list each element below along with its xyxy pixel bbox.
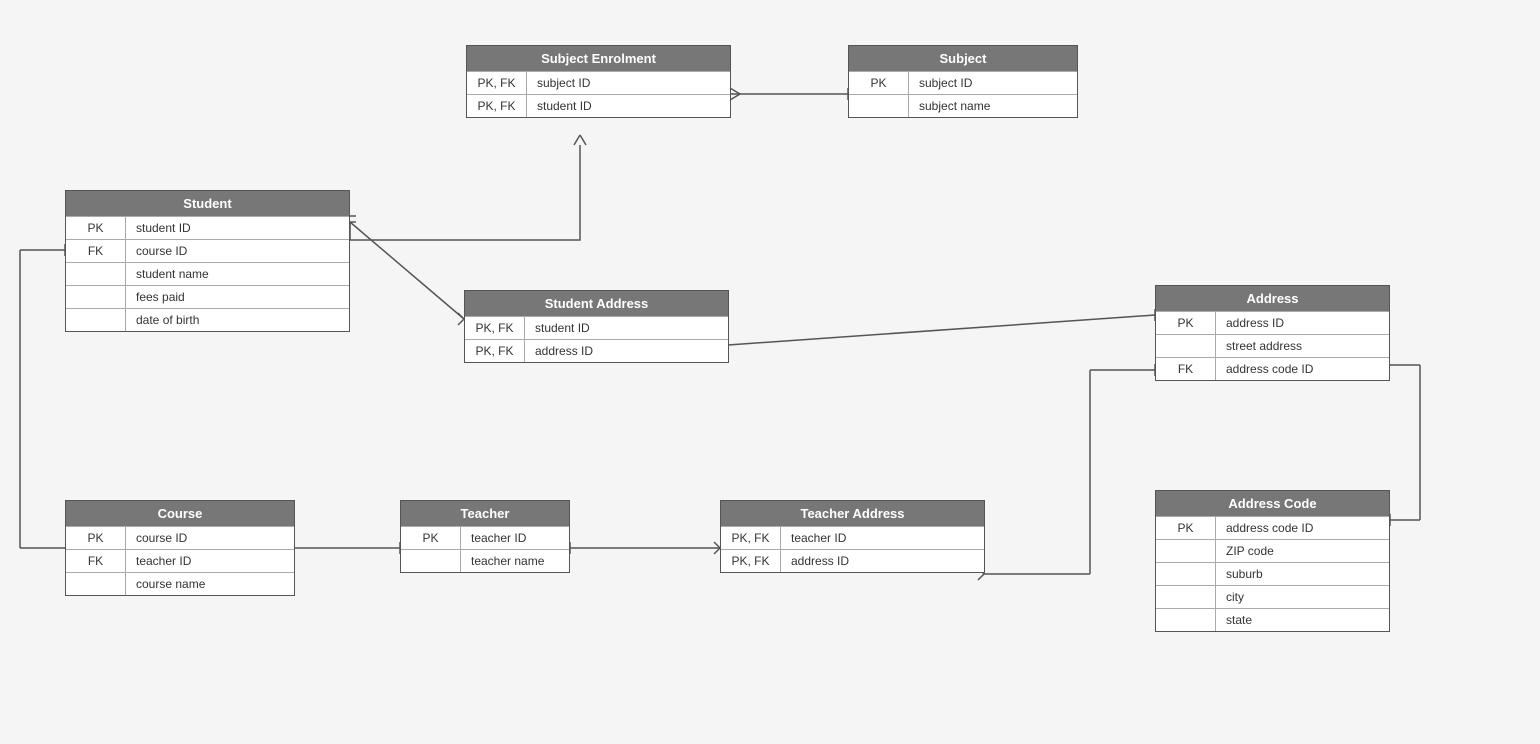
- st-row2-key: FK: [66, 240, 126, 262]
- ta-row2-field: address ID: [781, 550, 984, 572]
- ac-row1-key: PK: [1156, 517, 1216, 539]
- sa-row2-key: PK, FK: [465, 340, 525, 362]
- ac-row4-key: [1156, 586, 1216, 608]
- st-row1-field: student ID: [126, 217, 349, 239]
- addr-row3-key: FK: [1156, 358, 1216, 380]
- sa-row1-field: student ID: [525, 317, 728, 339]
- teacher-address-header: Teacher Address: [721, 501, 984, 526]
- address-table: Address PK address ID street address FK …: [1155, 285, 1390, 381]
- st-row3-key: [66, 263, 126, 285]
- co-row2-field: teacher ID: [126, 550, 294, 572]
- se-row2-field: student ID: [527, 95, 730, 117]
- te-row2-field: teacher name: [461, 550, 569, 572]
- student-address-table: Student Address PK, FK student ID PK, FK…: [464, 290, 729, 363]
- ta-row2-key: PK, FK: [721, 550, 781, 572]
- sa-row1-key: PK, FK: [465, 317, 525, 339]
- ac-row3-key: [1156, 563, 1216, 585]
- st-row4-key: [66, 286, 126, 308]
- st-row5-field: date of birth: [126, 309, 349, 331]
- co-row3-key: [66, 573, 126, 595]
- addr-row1-field: address ID: [1216, 312, 1389, 334]
- ac-row4-field: city: [1216, 586, 1389, 608]
- co-row1-field: course ID: [126, 527, 294, 549]
- course-header: Course: [66, 501, 294, 526]
- student-address-header: Student Address: [465, 291, 728, 316]
- address-code-header: Address Code: [1156, 491, 1389, 516]
- ac-row5-key: [1156, 609, 1216, 631]
- student-header: Student: [66, 191, 349, 216]
- ac-row2-field: ZIP code: [1216, 540, 1389, 562]
- st-row1-key: PK: [66, 217, 126, 239]
- se-row2-key: PK, FK: [467, 95, 527, 117]
- st-row2-field: course ID: [126, 240, 349, 262]
- teacher-table: Teacher PK teacher ID teacher name: [400, 500, 570, 573]
- st-row4-field: fees paid: [126, 286, 349, 308]
- student-table: Student PK student ID FK course ID stude…: [65, 190, 350, 332]
- subject-table: Subject PK subject ID subject name: [848, 45, 1078, 118]
- address-header: Address: [1156, 286, 1389, 311]
- addr-row3-field: address code ID: [1216, 358, 1389, 380]
- sub-row2-field: subject name: [909, 95, 1077, 117]
- te-row2-key: [401, 550, 461, 572]
- ac-row3-field: suburb: [1216, 563, 1389, 585]
- ac-row2-key: [1156, 540, 1216, 562]
- address-code-table: Address Code PK address code ID ZIP code…: [1155, 490, 1390, 632]
- addr-row1-key: PK: [1156, 312, 1216, 334]
- addr-row2-field: street address: [1216, 335, 1389, 357]
- sub-row1-field: subject ID: [909, 72, 1077, 94]
- ac-row1-field: address code ID: [1216, 517, 1389, 539]
- ta-row1-field: teacher ID: [781, 527, 984, 549]
- co-row1-key: PK: [66, 527, 126, 549]
- sub-row2-key: [849, 95, 909, 117]
- sa-row2-field: address ID: [525, 340, 728, 362]
- te-row1-key: PK: [401, 527, 461, 549]
- st-row5-key: [66, 309, 126, 331]
- st-row3-field: student name: [126, 263, 349, 285]
- course-table: Course PK course ID FK teacher ID course…: [65, 500, 295, 596]
- se-row1-field: subject ID: [527, 72, 730, 94]
- addr-row2-key: [1156, 335, 1216, 357]
- co-row2-key: FK: [66, 550, 126, 572]
- te-row1-field: teacher ID: [461, 527, 569, 549]
- subject-enrolment-header: Subject Enrolment: [467, 46, 730, 71]
- ta-row1-key: PK, FK: [721, 527, 781, 549]
- se-row1-key: PK, FK: [467, 72, 527, 94]
- teacher-header: Teacher: [401, 501, 569, 526]
- co-row3-field: course name: [126, 573, 294, 595]
- teacher-address-table: Teacher Address PK, FK teacher ID PK, FK…: [720, 500, 985, 573]
- diagram-canvas: Subject Enrolment PK, FK subject ID PK, …: [0, 0, 1540, 744]
- ac-row5-field: state: [1216, 609, 1389, 631]
- subject-enrolment-table: Subject Enrolment PK, FK subject ID PK, …: [466, 45, 731, 118]
- subject-header: Subject: [849, 46, 1077, 71]
- sub-row1-key: PK: [849, 72, 909, 94]
